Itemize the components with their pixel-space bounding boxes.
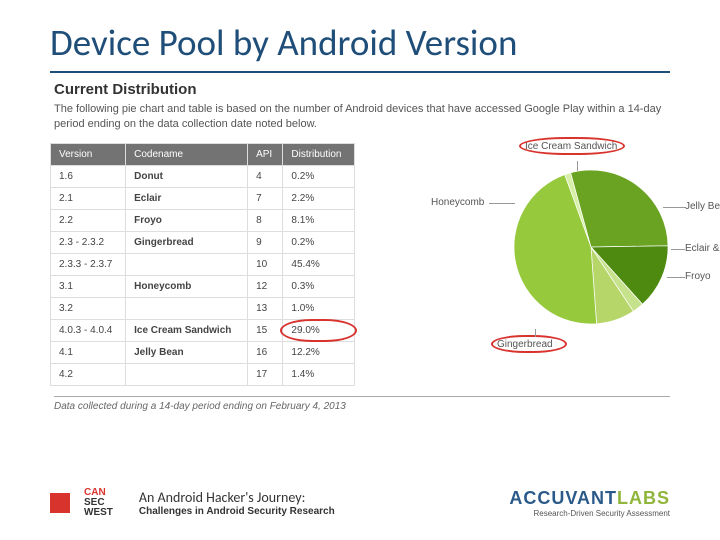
line-honeycomb (489, 203, 515, 204)
footer-subtitle: Challenges in Android Security Research (139, 506, 335, 517)
accuvant-logo: ACCUVANTLABS (509, 488, 670, 509)
cell-codename: Jelly Bean (126, 341, 248, 363)
cell-api: 15 (248, 319, 283, 341)
pie-holder (507, 163, 675, 331)
cansecwest-text: CAN SEC WEST (84, 488, 113, 518)
cell-dist: 1.4% (283, 363, 355, 385)
cell-version: 3.2 (51, 297, 126, 319)
col-distribution: Distribution (283, 143, 355, 165)
cell-codename: Ice Cream Sandwich (126, 319, 248, 341)
cell-dist: 12.2% (283, 341, 355, 363)
cell-codename (126, 363, 248, 385)
table-row: 3.1Honeycomb120.3% (51, 275, 355, 297)
cell-version: 4.1 (51, 341, 126, 363)
cell-version: 4.0.3 - 4.0.4 (51, 319, 126, 341)
table-row: 1.6Donut40.2% (51, 165, 355, 187)
legend-honeycomb: Honeycomb (431, 197, 484, 208)
cell-api: 7 (248, 187, 283, 209)
cell-codename (126, 297, 248, 319)
cell-dist: 0.2% (283, 231, 355, 253)
cell-codename: Donut (126, 165, 248, 187)
line-gingerbread (535, 329, 536, 337)
table-row: 3.2 131.0% (51, 297, 355, 319)
cell-dist: 0.3% (283, 275, 355, 297)
cell-dist: 2.2% (283, 187, 355, 209)
table-header-row: Version Codename API Distribution (51, 143, 355, 165)
footer-center: An Android Hacker's Journey: Challenges … (139, 489, 335, 517)
cell-api: 17 (248, 363, 283, 385)
accuvant-tagline: Research-Driven Security Assessment (509, 509, 670, 518)
line-ics (577, 161, 578, 171)
legend-froyo: Froyo (685, 271, 711, 282)
cell-version: 3.1 (51, 275, 126, 297)
cell-dist: 0.2% (283, 165, 355, 187)
cell-codename (126, 253, 248, 275)
data-collection-note: Data collected during a 14-day period en… (54, 396, 670, 412)
cell-api: 4 (248, 165, 283, 187)
footer-right: ACCUVANTLABS Research-Driven Security As… (509, 488, 670, 518)
cell-codename: Eclair (126, 187, 248, 209)
table-row: 2.2Froyo88.1% (51, 209, 355, 231)
pie-chart: Ice Cream Sandwich Honeycomb Gingerbread… (367, 143, 670, 383)
cell-codename: Froyo (126, 209, 248, 231)
col-codename: Codename (126, 143, 248, 165)
title-rule (50, 71, 670, 73)
cell-api: 12 (248, 275, 283, 297)
table-row: 4.1Jelly Bean1612.2% (51, 341, 355, 363)
line-froyo (667, 277, 685, 278)
cansecwest-icon (50, 493, 70, 513)
legend-ics: Ice Cream Sandwich (525, 141, 617, 152)
col-api: API (248, 143, 283, 165)
line-eclair (671, 249, 685, 250)
section-heading: Current Distribution (54, 81, 670, 98)
legend-gingerbread: Gingerbread (497, 339, 553, 350)
cell-version: 2.2 (51, 209, 126, 231)
legend-eclair: Eclair & older (685, 243, 720, 254)
table-row: 4.2 171.4% (51, 363, 355, 385)
cell-codename: Honeycomb (126, 275, 248, 297)
col-version: Version (51, 143, 126, 165)
cell-dist: 29.0% (283, 319, 355, 341)
table-row: 2.3 - 2.3.2Gingerbread90.2% (51, 231, 355, 253)
cell-api: 16 (248, 341, 283, 363)
distribution-table: Version Codename API Distribution 1.6Don… (50, 143, 355, 386)
table-row: 4.0.3 - 4.0.4Ice Cream Sandwich1529.0% (51, 319, 355, 341)
slide-footer: CAN SEC WEST An Android Hacker's Journey… (0, 478, 720, 528)
cell-version: 2.1 (51, 187, 126, 209)
cell-dist: 8.1% (283, 209, 355, 231)
cell-version: 2.3 - 2.3.2 (51, 231, 126, 253)
cell-api: 9 (248, 231, 283, 253)
cell-api: 13 (248, 297, 283, 319)
cell-version: 4.2 (51, 363, 126, 385)
footer-title: An Android Hacker's Journey: (139, 489, 335, 506)
cell-codename: Gingerbread (126, 231, 248, 253)
cell-api: 10 (248, 253, 283, 275)
legend-jellybean: Jelly Bean (685, 201, 720, 212)
table-row: 2.3.3 - 2.3.7 1045.4% (51, 253, 355, 275)
cell-dist: 45.4% (283, 253, 355, 275)
section-description: The following pie chart and table is bas… (54, 102, 670, 133)
cell-version: 1.6 (51, 165, 126, 187)
slide-title: Device Pool by Android Version (50, 20, 670, 65)
cell-api: 8 (248, 209, 283, 231)
cell-version: 2.3.3 - 2.3.7 (51, 253, 126, 275)
line-jellybean (663, 207, 685, 208)
table-row: 2.1Eclair72.2% (51, 187, 355, 209)
cell-dist: 1.0% (283, 297, 355, 319)
